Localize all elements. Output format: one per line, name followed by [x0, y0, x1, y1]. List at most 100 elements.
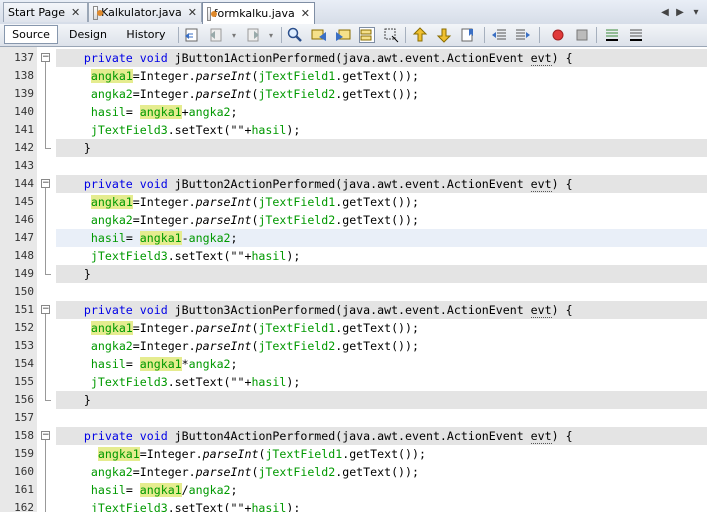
code-line[interactable]: angka2=Integer.parseInt(jTextField2.getT… — [56, 85, 707, 103]
close-icon[interactable]: ✕ — [71, 6, 80, 19]
scroll-tabs-right-icon[interactable]: ▶ — [673, 4, 687, 20]
code-token: =Integer. — [132, 339, 196, 353]
code-line[interactable]: hasil= angka1*angka2; — [56, 355, 707, 373]
code-line[interactable]: angka2=Integer.parseInt(jTextField2.getT… — [56, 211, 707, 229]
forward-dropdown-icon[interactable]: ▾ — [263, 27, 279, 43]
line-number: 161 — [14, 483, 34, 496]
line-number: 145 — [14, 195, 34, 208]
comment-icon[interactable] — [604, 27, 620, 43]
code-line[interactable]: angka1=Integer.parseInt(jTextField1.getT… — [56, 67, 707, 85]
tab-source[interactable]: Source — [4, 25, 58, 44]
code-token: jTextField2 — [258, 465, 336, 479]
line-number: 156 — [14, 393, 34, 406]
back-dropdown-icon[interactable]: ▾ — [226, 27, 242, 43]
code-line[interactable]: angka2=Integer.parseInt(jTextField2.getT… — [56, 337, 707, 355]
code-line[interactable]: jTextField3.setText(""+hasil); — [56, 373, 707, 391]
tab-design[interactable]: Design — [62, 25, 114, 44]
code-line[interactable]: private void jButton4ActionPerformed(jav… — [56, 427, 707, 445]
code-line[interactable]: } — [56, 391, 707, 409]
line-number: 140 — [14, 105, 34, 118]
collapse-fold-icon[interactable]: − — [41, 53, 50, 62]
tab-kalkulator-java[interactable]: Kalkulator.java ✕ — [88, 2, 202, 22]
code-line[interactable]: hasil= angka1+angka2; — [56, 103, 707, 121]
code-editor[interactable]: private void jButton1ActionPerformed(jav… — [56, 47, 707, 512]
previous-bookmark-icon[interactable] — [412, 27, 428, 43]
code-line[interactable]: private void jButton1ActionPerformed(jav… — [56, 49, 707, 67]
scroll-tabs-left-icon[interactable]: ◀ — [658, 4, 672, 20]
code-line[interactable]: } — [56, 139, 707, 157]
fold-end-mark — [45, 148, 51, 149]
code-token: ; — [230, 483, 238, 497]
tab-list-menu-icon[interactable]: ▾ — [689, 4, 703, 20]
editor-toolbar: Source Design History ▾ ▾ — [0, 24, 707, 47]
code-line[interactable]: hasil= angka1/angka2; — [56, 481, 707, 499]
code-line[interactable] — [56, 409, 707, 427]
toggle-highlight-icon[interactable] — [359, 27, 375, 43]
code-token: parseInt — [195, 87, 252, 101]
back-icon[interactable] — [208, 27, 224, 43]
shift-right-icon[interactable] — [515, 27, 531, 43]
code-line[interactable] — [56, 157, 707, 175]
code-line[interactable]: angka1=Integer.parseInt(jTextField1.getT… — [56, 319, 707, 337]
toggle-bookmark-icon[interactable] — [460, 27, 476, 43]
code-line[interactable]: private void jButton3ActionPerformed(jav… — [56, 301, 707, 319]
code-token: ) { — [551, 429, 573, 443]
next-bookmark-icon[interactable] — [436, 27, 452, 43]
code-token: = — [125, 483, 140, 497]
code-token: .setText(""+ — [167, 123, 252, 137]
code-token: jButton1ActionPerformed(java.awt.event.A… — [167, 51, 531, 65]
code-line[interactable] — [56, 283, 707, 301]
toggle-rect-select-icon[interactable] — [383, 27, 399, 43]
stop-macro-icon[interactable] — [574, 27, 590, 43]
code-line[interactable]: angka2=Integer.parseInt(jTextField2.getT… — [56, 463, 707, 481]
code-line[interactable]: private void jButton2ActionPerformed(jav… — [56, 175, 707, 193]
code-line[interactable]: } — [56, 265, 707, 283]
code-token: angka2 — [90, 213, 133, 227]
find-next-icon[interactable] — [335, 27, 351, 43]
code-token: .setText(""+ — [167, 375, 252, 389]
code-line[interactable]: jTextField3.setText(""+hasil); — [56, 247, 707, 265]
forward-icon[interactable] — [245, 27, 261, 43]
fold-line — [45, 440, 46, 512]
code-token: hasil — [90, 105, 126, 119]
code-token: jTextField1 — [258, 195, 336, 209]
fold-line — [45, 62, 46, 148]
code-token: jTextField1 — [258, 69, 336, 83]
find-previous-icon[interactable] — [311, 27, 327, 43]
line-number: 152 — [14, 321, 34, 334]
collapse-fold-icon[interactable]: − — [41, 179, 50, 188]
code-line[interactable]: jTextField3.setText(""+hasil); — [56, 121, 707, 139]
line-number: 149 — [14, 267, 34, 280]
code-line[interactable]: angka1=Integer.parseInt(jTextField1.getT… — [56, 445, 707, 463]
close-icon[interactable]: ✕ — [188, 6, 197, 19]
code-line[interactable]: jTextField3.setText(""+hasil); — [56, 499, 707, 512]
record-macro-icon[interactable] — [550, 27, 566, 43]
find-icon[interactable] — [287, 27, 303, 43]
fold-end-mark — [45, 400, 51, 401]
uncomment-icon[interactable] — [628, 27, 644, 43]
tab-history[interactable]: History — [118, 25, 174, 44]
last-edit-icon[interactable] — [184, 27, 200, 43]
collapse-fold-icon[interactable]: − — [41, 431, 50, 440]
code-token: hasil — [251, 375, 287, 389]
code-token: parseInt — [195, 465, 252, 479]
code-line[interactable]: hasil= angka1-angka2; — [56, 229, 707, 247]
collapse-fold-icon[interactable]: − — [41, 305, 50, 314]
tab-start-page[interactable]: Start Page ✕ — [3, 2, 88, 22]
fold-margin: − − − − — [37, 47, 55, 512]
shift-left-icon[interactable] — [491, 27, 507, 43]
close-icon[interactable]: ✕ — [301, 7, 310, 20]
code-line[interactable]: angka1=Integer.parseInt(jTextField1.getT… — [56, 193, 707, 211]
tab-formkalku-java[interactable]: formkalku.java ✕ — [202, 2, 315, 24]
toolbar-separator — [484, 27, 485, 43]
code-token: angka1 — [139, 357, 182, 371]
code-token: =Integer. — [132, 87, 196, 101]
